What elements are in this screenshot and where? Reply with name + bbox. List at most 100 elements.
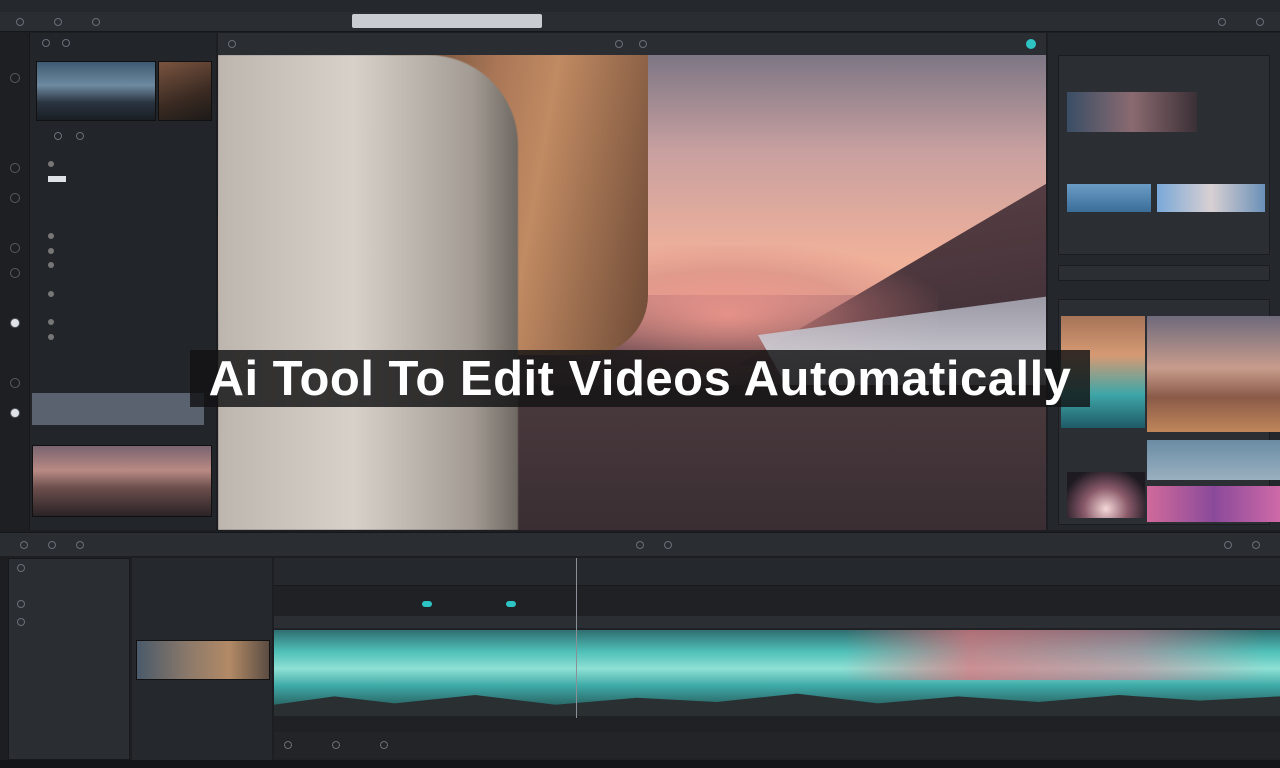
list-item[interactable] [36, 243, 212, 257]
preview-foreground-rock [218, 55, 518, 530]
list-item[interactable] [36, 272, 212, 286]
safe-area-icon[interactable] [639, 40, 647, 48]
track-header[interactable] [9, 667, 129, 685]
zoom-in-icon[interactable] [332, 741, 340, 749]
color-preview[interactable] [1067, 92, 1197, 132]
list-item[interactable] [36, 229, 212, 243]
lut-thumbnail[interactable] [1147, 440, 1280, 480]
media-thumbnail[interactable] [36, 61, 156, 121]
stop-icon[interactable] [664, 540, 672, 549]
list-item[interactable] [36, 287, 212, 301]
bullet-icon [48, 333, 54, 340]
circle-icon[interactable] [10, 163, 20, 173]
address-field[interactable] [352, 14, 542, 28]
marker-icon[interactable] [506, 601, 516, 607]
snap-icon[interactable] [1224, 540, 1232, 549]
track-header[interactable] [9, 559, 129, 577]
video-track[interactable] [274, 630, 1280, 716]
status-bar [0, 760, 1280, 768]
tool-rail [0, 33, 30, 530]
track-header[interactable] [9, 577, 129, 595]
circle-icon[interactable] [10, 193, 20, 203]
color-swatch[interactable] [1067, 184, 1151, 212]
media-thumbnail[interactable] [158, 61, 212, 121]
preview-viewer[interactable] [218, 55, 1046, 530]
track-waveform [274, 693, 1280, 716]
list-item[interactable] [36, 344, 212, 358]
effects-list [36, 157, 212, 358]
clip-bin [132, 558, 272, 760]
circle-icon[interactable] [10, 378, 20, 388]
loop-icon[interactable] [76, 132, 84, 140]
list-item[interactable] [36, 186, 212, 200]
media-panel-header [36, 33, 216, 53]
redo-icon[interactable] [48, 540, 56, 549]
color-swatch[interactable] [1157, 184, 1265, 212]
eye-icon[interactable] [17, 564, 25, 572]
lut-browser [1058, 299, 1280, 525]
circle-icon[interactable] [10, 73, 20, 83]
track-header[interactable] [9, 613, 129, 631]
play-icon[interactable] [636, 540, 644, 549]
list-item[interactable] [36, 171, 212, 185]
settings-icon[interactable] [1218, 17, 1226, 26]
video-editor-app: Ai Tool To Edit Videos Automatically [0, 0, 1280, 768]
undo-icon[interactable] [20, 540, 28, 549]
circle-icon[interactable] [10, 408, 20, 418]
track-header[interactable] [9, 703, 129, 721]
zoom-out-icon[interactable] [284, 741, 292, 749]
play-icon[interactable] [54, 132, 62, 140]
media-thumbnail[interactable] [32, 445, 212, 517]
grid-icon[interactable] [62, 39, 70, 47]
bullet-icon [48, 233, 54, 240]
track-label-row [274, 616, 1280, 628]
list-item[interactable] [36, 301, 212, 315]
selection-highlight[interactable] [32, 393, 204, 425]
track-color-overlay [844, 630, 1264, 680]
bullet-icon [48, 319, 54, 326]
menu-icon[interactable] [54, 17, 62, 26]
mute-icon[interactable] [17, 618, 25, 626]
timeline[interactable] [274, 558, 1280, 760]
circle-icon[interactable] [10, 243, 20, 253]
circle-icon[interactable] [10, 318, 20, 328]
lut-thumbnail[interactable] [1147, 486, 1280, 522]
track-header[interactable] [9, 649, 129, 667]
fit-icon[interactable] [615, 40, 623, 48]
timeline-footer [274, 732, 1280, 758]
bullet-icon [48, 261, 54, 268]
menu-icon[interactable] [92, 17, 100, 26]
playhead[interactable] [575, 558, 577, 718]
track-header[interactable] [9, 685, 129, 703]
list-item[interactable] [36, 157, 212, 171]
bullet-icon [48, 247, 54, 254]
list-item[interactable] [36, 258, 212, 272]
lut-thumbnail[interactable] [1067, 472, 1145, 518]
bullet-icon [48, 290, 54, 297]
menu-icon[interactable] [16, 17, 24, 26]
track-header[interactable] [9, 631, 129, 649]
list-item[interactable] [36, 330, 212, 344]
lock-icon[interactable] [17, 600, 25, 608]
teal-dot-icon[interactable] [1026, 39, 1036, 49]
share-icon[interactable] [1256, 17, 1264, 26]
settings-icon[interactable] [380, 741, 388, 749]
marker-icon[interactable] [422, 601, 432, 607]
track-header[interactable] [9, 595, 129, 613]
inspector-tabs[interactable] [1058, 265, 1270, 281]
zoom-icon[interactable] [228, 40, 236, 48]
folder-icon[interactable] [42, 39, 50, 47]
list-item[interactable] [36, 200, 212, 214]
clip-thumbnail[interactable] [136, 640, 270, 680]
timeline-toolbar [0, 532, 1280, 556]
window-titlebar [0, 0, 1280, 12]
track-header[interactable] [9, 721, 129, 739]
circle-icon[interactable] [10, 268, 20, 278]
inspector-panel [1048, 33, 1280, 530]
cut-icon[interactable] [76, 540, 84, 549]
list-item[interactable] [36, 315, 212, 329]
timeline-ruler[interactable] [274, 558, 1280, 607]
lut-thumbnail[interactable] [1147, 316, 1280, 432]
zoom-icon[interactable] [1252, 540, 1260, 549]
list-item[interactable] [36, 215, 212, 229]
